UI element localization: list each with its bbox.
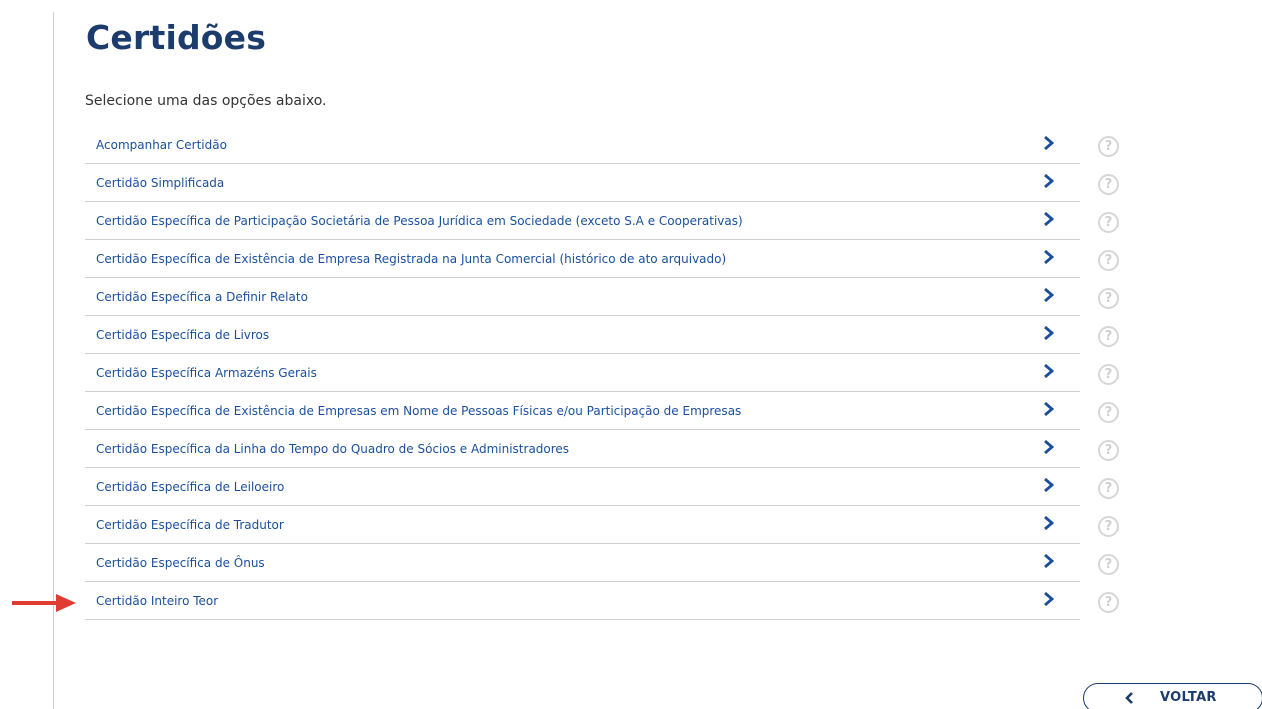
option-row[interactable]: Acompanhar Certidão <box>85 126 1080 164</box>
chevron-right-icon[interactable] <box>1042 553 1056 569</box>
help-icon[interactable]: ? <box>1098 516 1119 537</box>
option-label[interactable]: Certidão Específica de Livros <box>96 328 269 342</box>
option-row[interactable]: Certidão Específica de Ônus <box>85 544 1080 582</box>
option-label[interactable]: Certidão Específica de Existência de Emp… <box>96 404 741 418</box>
chevron-right-icon[interactable] <box>1042 287 1056 303</box>
chevron-right-icon[interactable] <box>1042 211 1056 227</box>
option-label[interactable]: Certidão Específica de Ônus <box>96 556 265 570</box>
help-icon[interactable]: ? <box>1098 212 1119 233</box>
annotation-arrow-icon <box>12 594 76 612</box>
option-label[interactable]: Certidão Específica de Tradutor <box>96 518 284 532</box>
option-row[interactable]: Certidão Específica de Existência de Emp… <box>85 392 1080 430</box>
back-button-label: VOLTAR <box>1160 690 1217 705</box>
chevron-right-icon[interactable] <box>1042 363 1056 379</box>
option-row[interactable]: Certidão Simplificada <box>85 164 1080 202</box>
option-row[interactable]: Certidão Específica da Linha do Tempo do… <box>85 430 1080 468</box>
chevron-right-icon[interactable] <box>1042 173 1056 189</box>
help-icon[interactable]: ? <box>1098 288 1119 309</box>
help-icon[interactable]: ? <box>1098 174 1119 195</box>
option-row[interactable]: Certidão Específica a Definir Relato <box>85 278 1080 316</box>
option-row[interactable]: Certidão Específica de Existência de Emp… <box>85 240 1080 278</box>
chevron-right-icon[interactable] <box>1042 401 1056 417</box>
help-icon[interactable]: ? <box>1098 554 1119 575</box>
chevron-left-icon <box>1125 692 1133 704</box>
chevron-right-icon[interactable] <box>1042 135 1056 151</box>
page-subtitle: Selecione uma das opções abaixo. <box>85 93 327 109</box>
chevron-right-icon[interactable] <box>1042 439 1056 455</box>
option-label[interactable]: Certidão Específica da Linha do Tempo do… <box>96 442 569 456</box>
help-icon[interactable]: ? <box>1098 326 1119 347</box>
chevron-right-icon[interactable] <box>1042 325 1056 341</box>
chevron-right-icon[interactable] <box>1042 249 1056 265</box>
option-label[interactable]: Certidão Específica de Participação Soci… <box>96 214 743 228</box>
help-icon[interactable]: ? <box>1098 440 1119 461</box>
option-label[interactable]: Certidão Inteiro Teor <box>96 594 218 608</box>
chevron-right-icon[interactable] <box>1042 515 1056 531</box>
option-label[interactable]: Certidão Específica Armazéns Gerais <box>96 366 317 380</box>
page-title: Certidões <box>86 18 267 57</box>
help-icon[interactable]: ? <box>1098 402 1119 423</box>
option-row[interactable]: Certidão Específica de Livros <box>85 316 1080 354</box>
option-row[interactable]: Certidão Específica de Participação Soci… <box>85 202 1080 240</box>
help-icon[interactable]: ? <box>1098 250 1119 271</box>
help-icon[interactable]: ? <box>1098 136 1119 157</box>
help-icon[interactable]: ? <box>1098 478 1119 499</box>
chevron-right-icon[interactable] <box>1042 477 1056 493</box>
certidoes-page: Certidões Selecione uma das opções abaix… <box>0 0 1262 709</box>
chevron-right-icon[interactable] <box>1042 591 1056 607</box>
help-icon[interactable]: ? <box>1098 592 1119 613</box>
option-label[interactable]: Acompanhar Certidão <box>96 138 227 152</box>
option-row[interactable]: Certidão Específica de Leiloeiro <box>85 468 1080 506</box>
option-row[interactable]: Certidão Específica Armazéns Gerais <box>85 354 1080 392</box>
option-row[interactable]: Certidão Inteiro Teor <box>85 582 1080 620</box>
help-icon[interactable]: ? <box>1098 364 1119 385</box>
option-label[interactable]: Certidão Específica a Definir Relato <box>96 290 308 304</box>
option-label[interactable]: Certidão Específica de Leiloeiro <box>96 480 284 494</box>
certidao-option-list: Acompanhar Certidão Certidão Simplificada… <box>85 126 1080 620</box>
option-row[interactable]: Certidão Específica de Tradutor <box>85 506 1080 544</box>
option-label[interactable]: Certidão Simplificada <box>96 176 224 190</box>
option-label[interactable]: Certidão Específica de Existência de Emp… <box>96 252 726 266</box>
back-button[interactable]: VOLTAR <box>1083 683 1262 709</box>
